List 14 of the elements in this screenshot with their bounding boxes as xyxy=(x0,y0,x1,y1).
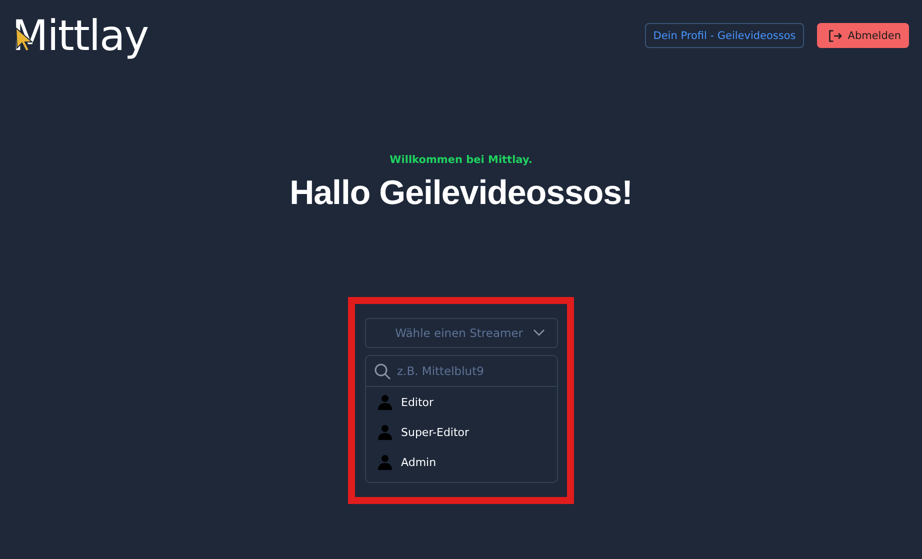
logout-button[interactable]: Abmelden xyxy=(816,23,909,48)
streamer-option[interactable]: Admin xyxy=(366,447,557,477)
logout-icon xyxy=(828,28,842,42)
welcome-title: Hallo Geilevideossos! xyxy=(290,174,632,213)
streamer-option[interactable]: Editor xyxy=(366,387,557,417)
profile-button[interactable]: Dein Profil - Geilevideossos xyxy=(645,23,804,48)
welcome-subtitle: Willkommen bei Mittlay. xyxy=(390,154,532,166)
search-field[interactable]: z.B. Mittelblut9 xyxy=(397,364,549,378)
search-icon xyxy=(374,362,391,380)
streamer-option[interactable]: Super-Editor xyxy=(366,417,557,447)
chevron-down-icon xyxy=(533,329,545,337)
person-icon xyxy=(378,394,392,410)
person-icon xyxy=(378,424,392,440)
person-icon xyxy=(378,454,392,470)
